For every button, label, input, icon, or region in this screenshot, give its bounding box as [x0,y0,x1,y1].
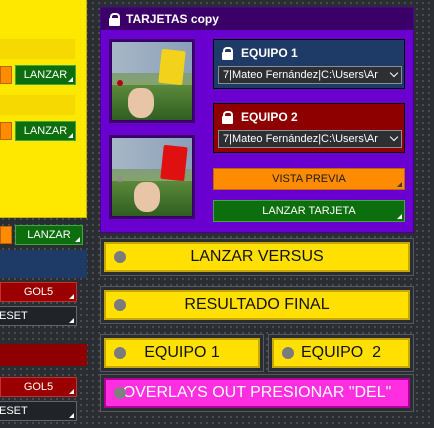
left-lanzar-button-2[interactable]: LANZAR [15,121,76,141]
red-card-indicator [117,176,123,182]
lock-icon[interactable] [222,110,233,124]
hand-icon [128,88,154,118]
status-dot-icon [114,387,126,399]
equipo2-action-button[interactable]: EQUIPO 2 [272,338,410,368]
equipo1-action-label: EQUIPO 1 [144,344,220,361]
left-yellow-panel [0,0,87,218]
left-lanzar-button-1[interactable]: LANZAR [15,65,76,85]
lock-icon[interactable] [109,12,120,26]
status-dot-icon [114,299,126,311]
lanzar-tarjeta-label: LANZAR TARJETA [262,205,356,217]
overlays-out-button[interactable]: OVERLAYS OUT PRESIONAR "DEL" [104,378,410,408]
equipo2-label: EQUIPO 2 [241,110,298,124]
chevron-down-icon [389,68,399,78]
left-orange-button-2[interactable] [0,122,12,140]
vista-previa-button[interactable]: VISTA PREVIA [213,168,405,190]
tarjetas-header: TARJETAS copy [101,8,413,30]
left-lanzar-label-2: LANZAR [23,125,68,137]
resultado-final-label: RESULTADO FINAL [184,296,330,313]
equipo1-title: EQUIPO 1 [222,46,298,60]
equipo2-selected-value: 7|Mateo Fernández|C:\Users\Ar [223,133,378,145]
left-gol5-button-2[interactable]: GOL5 [0,377,77,397]
left-lanzar-button-3[interactable]: LANZAR [15,225,83,245]
status-dot-icon [114,347,126,359]
vista-previa-label: VISTA PREVIA [272,173,346,185]
left-gol5-button-1[interactable]: GOL5 [0,282,77,302]
left-orange-button-3[interactable] [0,226,12,244]
lanzar-tarjeta-button[interactable]: LANZAR TARJETA [213,200,405,222]
equipo2-title: EQUIPO 2 [222,110,298,124]
chevron-down-icon [389,132,399,142]
lock-icon[interactable] [222,46,233,60]
resultado-final-button[interactable]: RESULTADO FINAL [104,290,410,320]
equipo1-action-button[interactable]: EQUIPO 1 [104,338,260,368]
equipo1-select[interactable]: 7|Mateo Fernández|C:\Users\Ar [218,66,402,84]
left-reset-label-1: ESET [0,310,28,322]
lanzar-versus-label: LANZAR VERSUS [190,248,324,265]
left-reset-button-2[interactable]: ESET [0,401,77,421]
left-yellow-slot-1 [0,39,75,59]
left-lanzar-label-1: LANZAR [23,69,68,81]
lanzar-versus-button[interactable]: LANZAR VERSUS [104,242,410,272]
left-reset-button-1[interactable]: ESET [0,306,77,326]
yellow-card-icon [158,48,186,86]
left-red-panel [0,344,87,366]
left-reset-label-2: ESET [0,405,28,417]
equipo2-box: EQUIPO 2 7|Mateo Fernández|C:\Users\Ar [213,103,405,153]
tarjetas-title: TARJETAS copy [126,12,219,26]
equipo2-select[interactable]: 7|Mateo Fernández|C:\Users\Ar [218,130,402,148]
left-navy-panel [0,250,87,278]
hand-icon [134,182,160,212]
left-gol5-label-1: GOL5 [23,286,54,298]
status-dot-icon [282,347,294,359]
red-card-icon [160,144,188,182]
yellow-card-indicator [117,80,123,86]
equipo1-label: EQUIPO 1 [241,46,298,60]
overlays-out-label: OVERLAYS OUT PRESIONAR "DEL" [122,384,392,401]
left-yellow-slot-2 [0,95,75,115]
status-dot-icon [114,251,126,263]
tarjetas-panel: TARJETAS copy EQUIPO 1 7|Mateo Fernández… [100,7,414,233]
equipo1-selected-value: 7|Mateo Fernández|C:\Users\Ar [223,69,378,81]
left-gol5-label-2: GOL5 [23,381,54,393]
equipo1-box: EQUIPO 1 7|Mateo Fernández|C:\Users\Ar [213,39,405,89]
left-orange-button-1[interactable] [0,66,12,84]
left-lanzar-label-3: LANZAR [27,229,71,241]
equipo2-action-label: EQUIPO 2 [300,344,382,361]
